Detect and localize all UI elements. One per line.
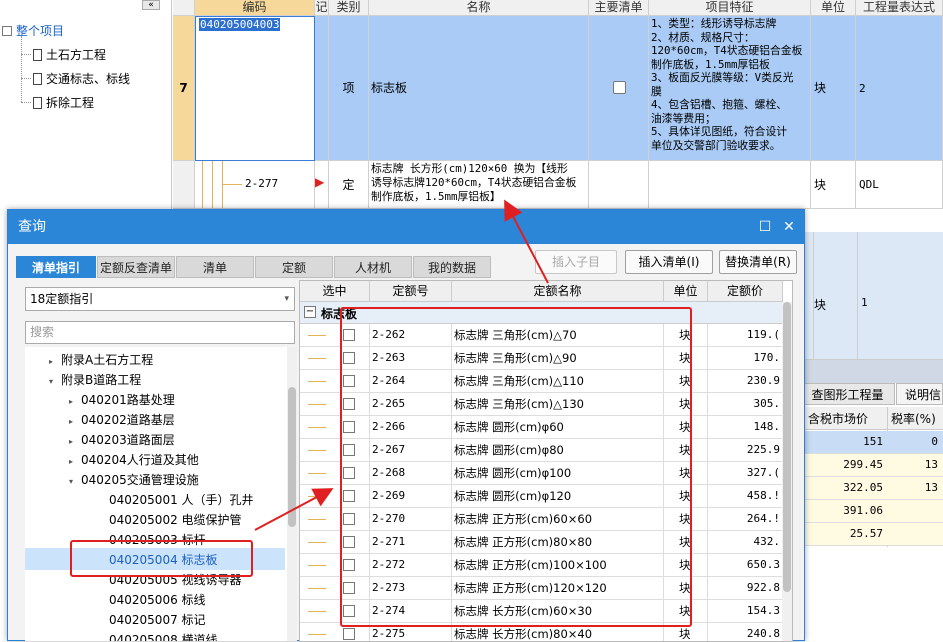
arrow-to-quota-name [504,199,549,284]
annotation-arrows [254,199,549,531]
arrow-to-quota-rows [254,488,334,531]
